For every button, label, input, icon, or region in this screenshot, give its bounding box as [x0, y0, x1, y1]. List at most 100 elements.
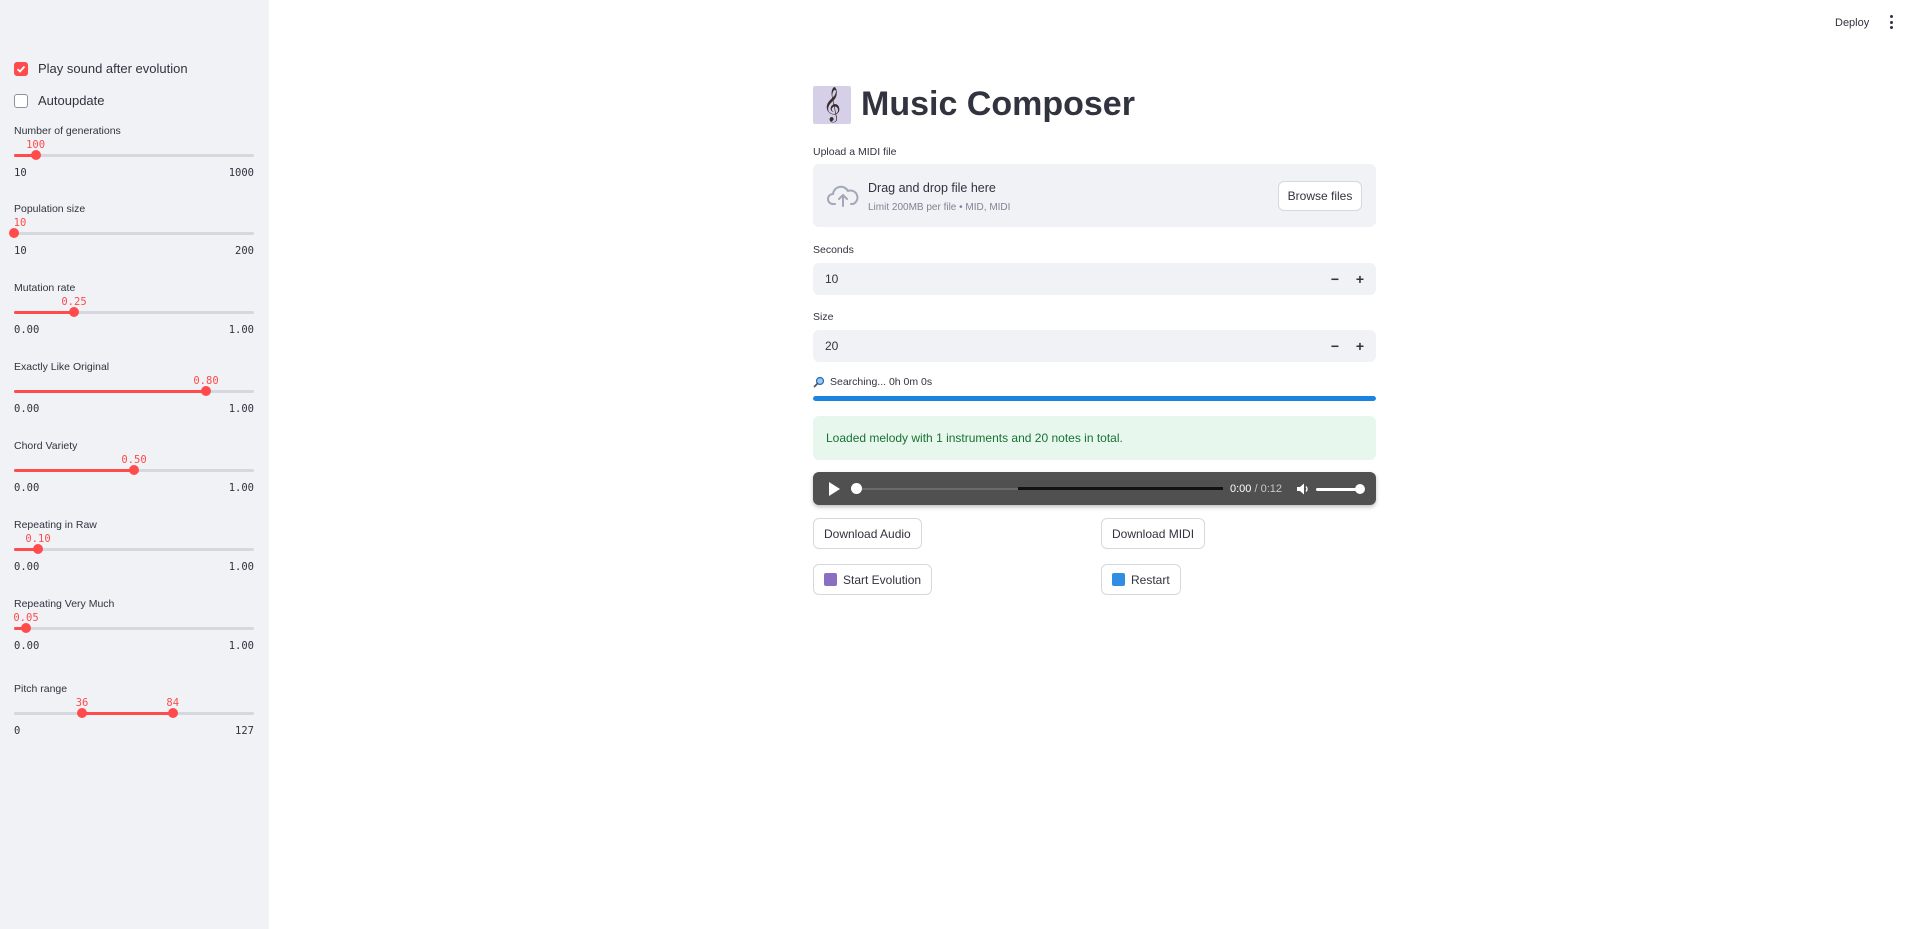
page-title: Music Composer [861, 85, 1135, 123]
seconds-input[interactable]: 10 − + [813, 263, 1376, 295]
button-label: Start Evolution [843, 572, 922, 587]
slider-max: 1.00 [228, 482, 254, 494]
increment-button[interactable]: + [1349, 268, 1371, 290]
slider-max: 1.00 [228, 561, 254, 573]
decrement-button[interactable]: − [1324, 268, 1346, 290]
checkbox-checked-icon[interactable] [14, 61, 28, 76]
file-dropzone[interactable]: Drag and drop file here Limit 200MB per … [813, 164, 1376, 227]
play-sound-checkbox[interactable]: Play sound after evolution [14, 61, 188, 76]
download-audio-button[interactable]: Download Audio [813, 518, 922, 549]
pitch-range-slider[interactable]: Pitch range 36 84 0 127 [14, 683, 254, 763]
slider-track[interactable] [14, 386, 254, 396]
slider-population-size[interactable]: Population size 10 10 200 [9, 203, 254, 283]
size-input[interactable]: 20 − + [813, 330, 1376, 362]
cloud-upload-icon [827, 185, 859, 207]
slider-label: Pitch range [14, 683, 68, 695]
checkbox-unchecked-icon[interactable] [14, 93, 28, 108]
dropzone-title: Drag and drop file here [868, 181, 996, 195]
restart-button[interactable]: Restart [1101, 564, 1181, 595]
checkbox-label: Play sound after evolution [38, 61, 188, 76]
slider-exactly-like-original[interactable]: Exactly Like Original 0.80 0.00 1.00 [14, 361, 254, 441]
progress-text: Searching... 0h 0m 0s [830, 376, 933, 388]
slider-track[interactable] [14, 307, 254, 317]
slider-max: 1.00 [228, 324, 254, 336]
audio-duration: / 0:12 [1254, 483, 1283, 495]
slider-min: 10 [14, 245, 27, 257]
audio-time: 0:00 / 0:12 [1230, 483, 1282, 495]
slider-label: Exactly Like Original [14, 361, 110, 373]
slider-label: Mutation rate [14, 282, 76, 294]
kebab-menu-icon[interactable] [1888, 15, 1894, 29]
size-label: Size [813, 311, 834, 323]
slider-min: 0.00 [14, 324, 40, 336]
slider-max: 200 [235, 245, 254, 257]
seek-track[interactable] [855, 488, 1035, 490]
slider-value: 0.50 [121, 454, 147, 466]
deploy-button[interactable]: Deploy [1835, 17, 1869, 29]
slider-min: 0.00 [14, 640, 40, 652]
play-icon[interactable] [829, 482, 840, 496]
seconds-label: Seconds [813, 244, 854, 256]
slider-label: Repeating Very Much [14, 598, 115, 610]
slider-max: 127 [235, 725, 254, 737]
slider-thumb[interactable] [129, 465, 139, 475]
start-evolution-button[interactable]: Start Evolution [813, 564, 933, 595]
dna-icon [824, 573, 837, 586]
browse-files-button[interactable]: Browse files [1278, 181, 1362, 211]
slider-min: 0 [14, 725, 21, 737]
dropzone-limit: Limit 200MB per file • MID, MIDI [868, 202, 1011, 213]
slider-track[interactable] [14, 150, 254, 160]
slider-value-high: 84 [166, 697, 180, 709]
slider-value-low: 36 [75, 697, 89, 709]
progress-bar [813, 396, 1376, 401]
seconds-value[interactable]: 10 [825, 272, 838, 286]
slider-track[interactable] [14, 708, 254, 718]
slider-thumb[interactable] [9, 228, 19, 238]
slider-thumb[interactable] [21, 623, 31, 633]
slider-mutation-rate[interactable]: Mutation rate 0.25 0.00 1.00 [14, 282, 254, 362]
slider-track[interactable] [14, 544, 254, 554]
slider-fill [14, 390, 206, 393]
autoupdate-checkbox[interactable]: Autoupdate [14, 93, 105, 108]
slider-thumb-high[interactable] [167, 708, 178, 718]
treble-clef-icon: 𝄞 [813, 85, 851, 124]
slider-chord-variety[interactable]: Chord Variety 0.50 0.00 1.00 [14, 440, 254, 520]
download-midi-button[interactable]: Download MIDI [1101, 518, 1206, 549]
slider-thumb[interactable] [33, 544, 43, 554]
restart-arrows-icon [1112, 573, 1125, 586]
slider-repeating-in-raw[interactable]: Repeating in Raw 0.10 0.00 1.00 [14, 519, 254, 599]
slider-value: 0.05 [13, 612, 39, 624]
increment-button[interactable]: + [1349, 335, 1371, 357]
slider-repeating-very-much[interactable]: Repeating Very Much 0.05 0.00 1.00 [13, 598, 254, 678]
slider-max: 1.00 [228, 640, 254, 652]
volume-icon[interactable] [1296, 482, 1310, 496]
size-value[interactable]: 20 [825, 339, 838, 353]
slider-min: 10 [14, 167, 27, 179]
slider-thumb[interactable] [30, 150, 41, 160]
slider-thumb[interactable] [69, 307, 79, 317]
slider-track[interactable] [9, 228, 254, 238]
seek-thumb[interactable] [851, 483, 862, 494]
progress-status: Searching... 0h 0m 0s [813, 376, 932, 388]
slider-value: 0.25 [61, 296, 87, 308]
slider-label: Repeating in Raw [14, 519, 97, 531]
slider-track[interactable] [14, 465, 254, 475]
slider-value: 10 [13, 217, 27, 229]
slider-label: Number of generations [14, 125, 121, 137]
slider-min: 0.00 [14, 482, 40, 494]
slider-value: 0.10 [25, 533, 51, 545]
slider-value: 0.80 [193, 375, 219, 387]
decrement-button[interactable]: − [1324, 335, 1346, 357]
slider-fill [14, 311, 74, 314]
seek-buffer [1018, 487, 1223, 490]
audio-player[interactable]: 0:00 / 0:12 [813, 472, 1376, 505]
slider-thumb[interactable] [201, 386, 211, 396]
alert-text: Loaded melody with 1 instruments and 20 … [826, 431, 1123, 445]
slider-track[interactable] [14, 623, 254, 633]
slider-min: 0.00 [14, 561, 40, 573]
slider-min: 0.00 [14, 403, 40, 415]
slider-number-of-generations[interactable]: Number of generations 100 10 1000 [14, 125, 254, 205]
slider-thumb-low[interactable] [77, 708, 88, 718]
volume-thumb[interactable] [1355, 484, 1365, 494]
slider-label: Chord Variety [14, 440, 78, 452]
